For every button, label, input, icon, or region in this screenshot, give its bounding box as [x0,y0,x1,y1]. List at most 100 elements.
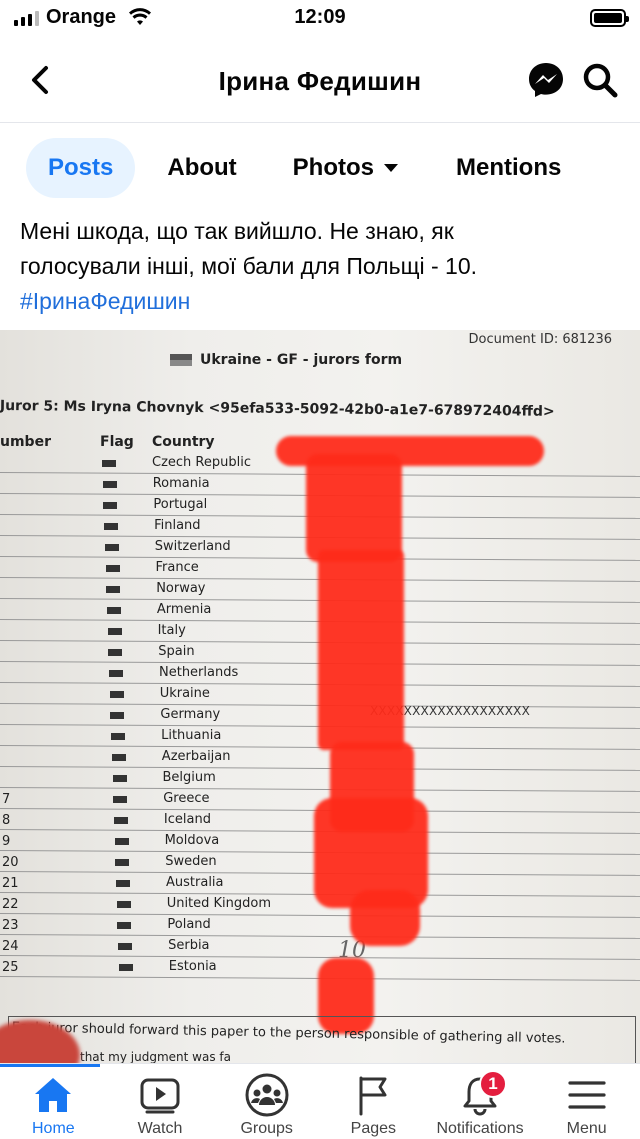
country-flag-icon [102,460,116,467]
messenger-button[interactable] [526,60,566,100]
country-flag-icon [112,775,127,782]
row-number: 23 [2,918,19,933]
country-flag-icon [110,712,125,719]
groups-icon [244,1072,290,1118]
country-flag-icon [114,838,129,845]
tab-posts[interactable]: Posts [26,138,136,198]
country-name: Finland [154,518,201,533]
country-flag-icon [109,691,124,698]
nav-pages[interactable]: Pages [320,1064,427,1139]
col-country-header: Country [152,434,215,450]
jurors-form-document: Document ID: 681236 Ukraine - GF - juror… [0,330,640,1063]
country-name: Greece [163,791,210,806]
row-number: 25 [2,960,19,975]
search-button[interactable] [580,60,620,100]
juror-line: Juror 5: Ms Iryna Chovnyk <95efa533-5092… [0,398,555,420]
country-name: Spain [158,644,195,659]
nav-watch-label: Watch [137,1120,183,1137]
nav-menu-label: Menu [566,1120,607,1137]
hashtag-link[interactable]: #ІринаФедишин [20,284,620,319]
table-row-line [0,913,640,918]
country-flag-icon [107,628,122,635]
profile-tabs: Posts About Photos Mentions [26,136,561,200]
country-name: France [155,560,199,575]
country-name: Ukraine [159,686,210,701]
form-title-text: Ukraine - GF - jurors form [200,352,403,368]
country-flag-icon [117,922,132,929]
watch-icon [137,1072,183,1118]
nav-notifications[interactable]: 1 Notifications [427,1064,534,1139]
search-icon [583,63,618,98]
country-flag-icon [104,523,119,530]
nav-home[interactable]: Home [0,1064,107,1139]
post-text: Мені шкода, що так вийшло. Не знаю, як г… [20,214,620,319]
country-flag-icon [115,859,130,866]
country-name: Norway [156,581,206,596]
country-flag-icon [106,586,121,593]
country-name: Moldova [164,833,220,848]
country-name: Australia [166,875,224,890]
notification-badge: 1 [479,1070,508,1098]
redaction-mark [306,454,402,562]
nav-groups-label: Groups [240,1120,293,1137]
form-footer-line-2: that my judgment was fa [80,1050,231,1063]
profile-header: Ірина Федишин [0,48,640,112]
nav-notifications-label: Notifications [436,1120,524,1137]
redaction-mark [318,550,404,750]
country-name: Italy [157,623,186,638]
pages-icon [350,1072,396,1118]
nav-home-label: Home [31,1120,75,1137]
row-number: 24 [2,939,19,954]
nav-pages-label: Pages [350,1120,397,1137]
status-bar: Orange 12:09 [0,0,640,38]
country-flag-icon [106,607,121,614]
battery-icon [590,9,629,27]
bell-icon: 1 [457,1070,508,1118]
menu-icon [564,1072,610,1118]
country-name: Lithuania [161,728,222,743]
row-number: 21 [2,876,19,891]
caret-down-icon [384,164,398,172]
country-flag-icon [116,880,130,887]
tab-mentions[interactable]: Mentions [456,138,561,198]
country-flag-icon [116,901,131,908]
country-name: United Kingdom [166,896,272,911]
table-row-line [0,934,640,939]
nav-watch[interactable]: Watch [107,1064,214,1139]
post-text-line-1: Мені шкода, що так вийшло. Не знаю, як [20,218,454,244]
bottom-navigation: Home Watch Groups Pages 1 Notifications … [0,1063,640,1139]
country-name: Czech Republic [152,455,251,470]
row-number: 9 [2,834,11,849]
country-flag-icon [111,754,126,761]
home-icon [30,1072,76,1118]
country-flag-icon [118,943,133,950]
row-number: 8 [2,813,11,828]
tab-about[interactable]: About [167,138,236,198]
country-flag-icon [104,544,119,551]
tab-photos[interactable]: Photos [293,138,398,198]
tab-photos-label: Photos [292,154,374,181]
messenger-icon [529,63,563,97]
post-photo[interactable]: Document ID: 681236 Ukraine - GF - juror… [0,330,640,1063]
country-name: Belgium [162,770,216,785]
form-title: Ukraine - GF - jurors form [170,352,402,368]
row-number: 20 [2,855,19,870]
country-name: Romania [152,476,210,491]
col-flag-header: Flag [100,434,134,450]
country-flag-icon [102,481,117,488]
header-divider [0,122,640,123]
table-row-line [0,766,640,771]
country-name: Estonia [168,959,217,974]
nav-groups[interactable]: Groups [213,1064,320,1139]
col-number-header: umber [0,434,51,450]
document-id: Document ID: 681236 [468,332,612,347]
row-number: 22 [2,897,19,912]
nav-menu[interactable]: Menu [533,1064,640,1139]
country-name: Portugal [153,497,208,512]
country-flag-icon [111,733,126,740]
post-text-line-2: голосували інші, мої бали для Польщі - 1… [20,253,478,279]
country-flag-icon [103,502,118,509]
redaction-mark [350,890,420,946]
country-flag-icon [113,817,128,824]
table-row-line [0,787,640,792]
